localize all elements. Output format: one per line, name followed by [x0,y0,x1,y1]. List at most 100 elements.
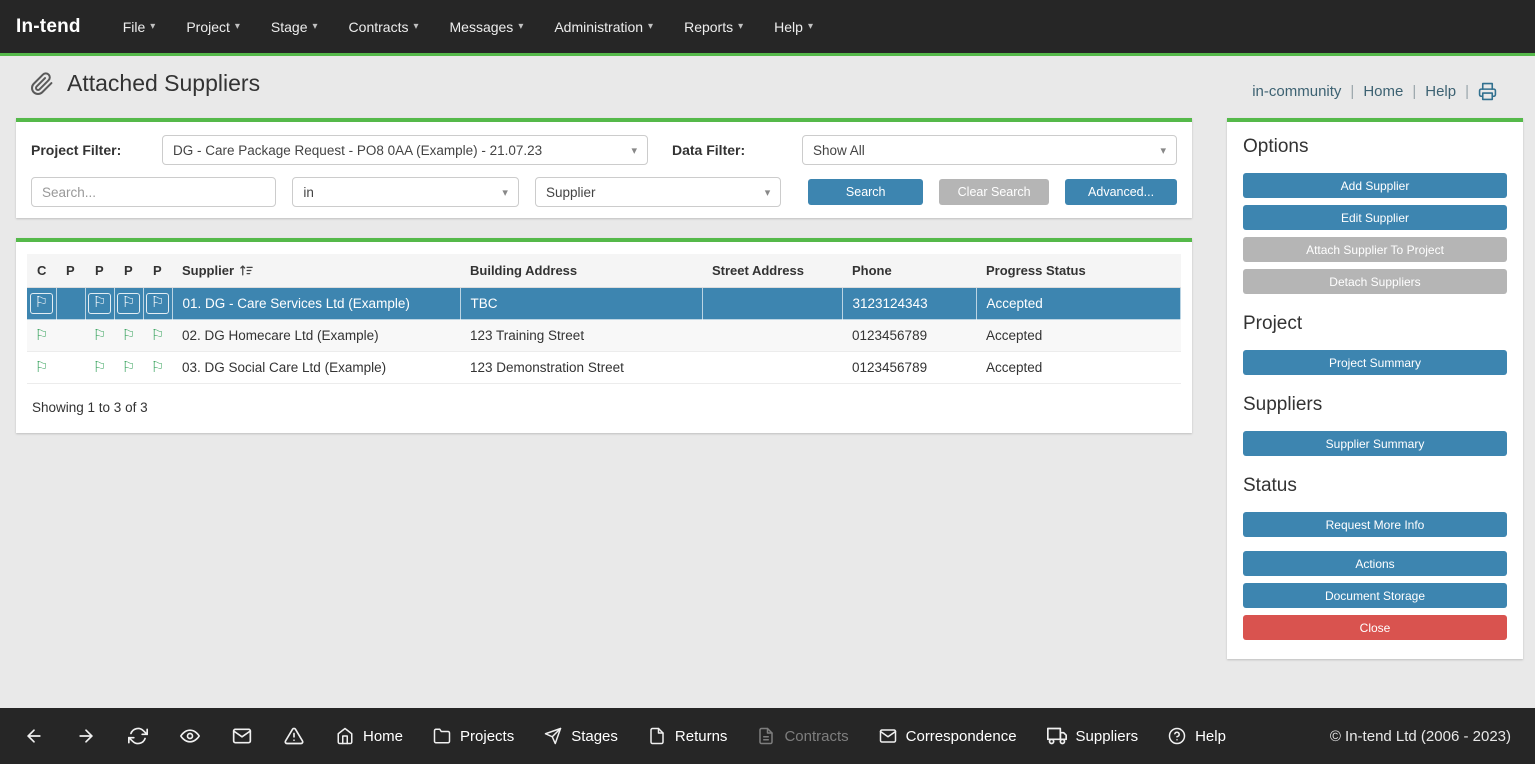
bottom-toolbar: Home Projects Stages Returns Contracts C… [0,708,1535,764]
table-row[interactable]: ⚐ ⚐ ⚐ ⚐ 01. DG - Care Services Ltd (Exam… [27,288,1181,320]
refresh-icon [128,726,148,746]
paper-plane-icon [544,727,562,745]
flag-icon[interactable]: ⚐ [30,293,53,314]
add-supplier-button[interactable]: Add Supplier [1243,173,1507,198]
alerts-button[interactable] [284,726,304,746]
flag-icon[interactable]: ⚐ [122,360,135,375]
menu-label: Messages [450,19,514,35]
link-home[interactable]: Home [1363,83,1403,100]
project-filter-select[interactable]: DG - Care Package Request - PO8 0AA (Exa… [162,135,648,165]
envelope-icon [232,726,252,746]
menu-label: Help [774,19,803,35]
menu-administration[interactable]: Administration▾ [554,19,653,35]
flag-icon[interactable]: ⚐ [146,293,169,314]
cell-supplier: 03. DG Social Care Ltd (Example) [172,352,460,384]
cell-street-address [702,320,842,352]
bottom-nav-label: Contracts [784,728,848,745]
flag-icon[interactable]: ⚐ [151,360,164,375]
clear-search-button[interactable]: Clear Search [939,179,1049,205]
close-button[interactable]: Close [1243,615,1507,640]
table-summary: Showing 1 to 3 of 3 [32,400,1181,415]
advanced-search-button[interactable]: Advanced... [1065,179,1177,205]
table-header-row: C P P P P Supplier Building Address Stre… [27,254,1181,288]
menu-reports[interactable]: Reports▾ [684,19,743,35]
supplier-summary-button[interactable]: Supplier Summary [1243,431,1507,456]
menu-file[interactable]: File▾ [123,19,156,35]
refresh-button[interactable] [128,726,148,746]
link-help[interactable]: Help [1425,83,1456,100]
data-filter-select[interactable]: Show All ▾ [802,135,1177,165]
status-heading: Status [1243,475,1507,497]
flag-icon[interactable]: ⚐ [88,293,111,314]
col-header-progress-status[interactable]: Progress Status [976,254,1181,288]
request-more-info-button[interactable]: Request More Info [1243,512,1507,537]
bottom-nav-contracts[interactable]: Contracts [757,727,848,745]
flag-icon[interactable]: ⚐ [35,328,48,343]
menu-label: Project [186,19,230,35]
search-field-select[interactable]: Supplier ▾ [535,177,781,207]
menu-messages[interactable]: Messages▾ [450,19,524,35]
menu-stage[interactable]: Stage▾ [271,19,318,35]
menu-project[interactable]: Project▾ [186,19,240,35]
table-row[interactable]: ⚐ ⚐ ⚐ ⚐ 03. DG Social Care Ltd (Example)… [27,352,1181,384]
view-button[interactable] [180,726,200,746]
col-header-street-address[interactable]: Street Address [702,254,842,288]
project-heading: Project [1243,313,1507,335]
bottom-nav-home[interactable]: Home [336,727,403,745]
arrow-right-icon [76,726,96,746]
bottom-nav-label: Help [1195,728,1226,745]
cell-phone: 0123456789 [842,320,976,352]
bottom-nav-help[interactable]: Help [1168,727,1226,745]
col-header-c: C [27,254,56,288]
project-summary-button[interactable]: Project Summary [1243,350,1507,375]
menu-help[interactable]: Help ▾ [774,19,813,35]
cell-supplier: 02. DG Homecare Ltd (Example) [172,320,460,352]
link-in-community[interactable]: in-community [1252,83,1341,100]
suppliers-table: C P P P P Supplier Building Address Stre… [27,254,1181,384]
flag-icon[interactable]: ⚐ [117,293,140,314]
cell-progress-status: Accepted [976,352,1181,384]
bottom-nav-returns[interactable]: Returns [648,727,728,745]
bottom-nav-stages[interactable]: Stages [544,727,618,745]
eye-icon [180,726,200,746]
print-button[interactable] [1478,82,1497,101]
contract-file-icon [757,727,775,745]
table-row[interactable]: ⚐ ⚐ ⚐ ⚐ 02. DG Homecare Ltd (Example) 12… [27,320,1181,352]
bottom-nav-correspondence[interactable]: Correspondence [879,727,1017,745]
chevron-down-icon: ▾ [502,186,508,199]
divider: | [1465,83,1469,100]
search-input[interactable] [31,177,276,207]
flag-icon[interactable]: ⚐ [151,328,164,343]
cell-building-address: 123 Demonstration Street [460,352,702,384]
bottom-nav-projects[interactable]: Projects [433,727,514,745]
attach-supplier-button[interactable]: Attach Supplier To Project [1243,237,1507,262]
cell-street-address [702,288,842,320]
menu-contracts[interactable]: Contracts▾ [349,19,419,35]
document-storage-button[interactable]: Document Storage [1243,583,1507,608]
col-header-supplier[interactable]: Supplier [172,254,460,288]
bottom-nav-label: Home [363,728,403,745]
search-in-select[interactable]: in ▾ [292,177,519,207]
bottom-nav-suppliers[interactable]: Suppliers [1047,726,1139,746]
flag-icon[interactable]: ⚐ [35,360,48,375]
col-header-building-address[interactable]: Building Address [460,254,702,288]
mail-button[interactable] [232,726,252,746]
chevron-down-icon: ▾ [808,21,813,32]
detach-suppliers-button[interactable]: Detach Suppliers [1243,269,1507,294]
edit-supplier-button[interactable]: Edit Supplier [1243,205,1507,230]
back-button[interactable] [24,726,44,746]
flag-icon[interactable]: ⚐ [93,360,106,375]
page-header: Attached Suppliers [30,70,260,97]
arrow-left-icon [24,726,44,746]
col-header-phone[interactable]: Phone [842,254,976,288]
search-button[interactable]: Search [808,179,923,205]
menu-label: Administration [554,19,643,35]
flag-icon[interactable]: ⚐ [93,328,106,343]
top-menu: File▾ Project▾ Stage▾ Contracts▾ Message… [123,19,813,35]
cell-building-address: 123 Training Street [460,320,702,352]
forward-button[interactable] [76,726,96,746]
actions-button[interactable]: Actions [1243,551,1507,576]
envelope-icon [879,727,897,745]
flag-icon[interactable]: ⚐ [122,328,135,343]
data-filter-value: Show All [813,143,865,158]
